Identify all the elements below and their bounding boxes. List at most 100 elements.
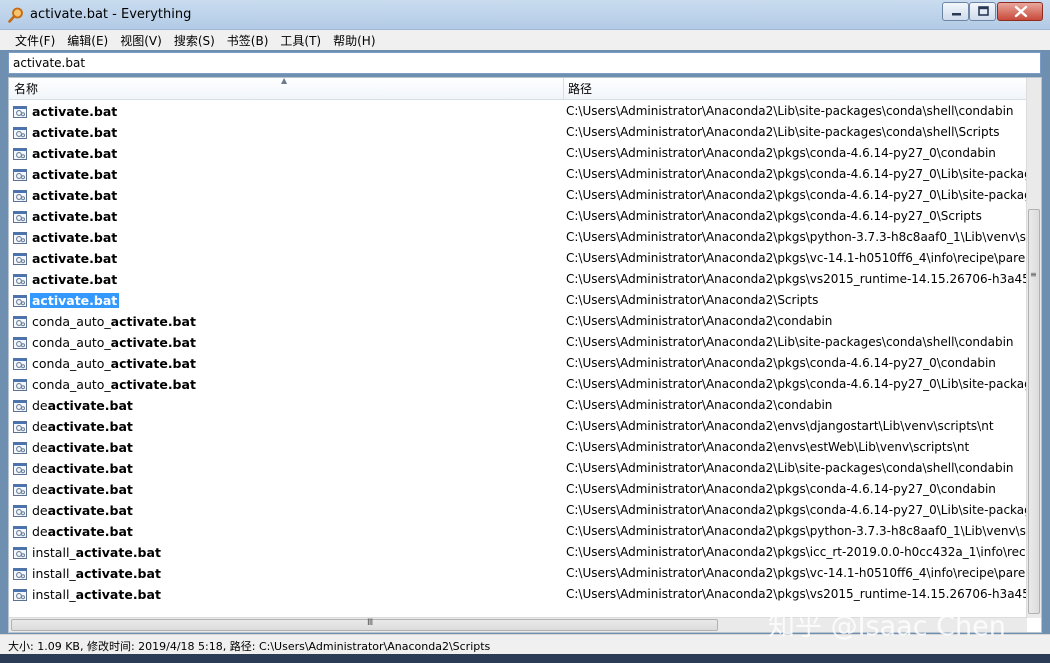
file-path-cell[interactable]: C:\Users\Administrator\Anaconda2\envs\es… [566,439,1027,456]
file-path-cell[interactable]: C:\Users\Administrator\Anaconda2\Lib\sit… [566,103,1027,120]
file-path-cell[interactable]: C:\Users\Administrator\Anaconda2\pkgs\co… [566,502,1027,519]
menu-bar: 文件(F) 编辑(E) 视图(V) 搜索(S) 书签(B) 工具(T) 帮助(H… [0,30,1050,50]
file-path-cell[interactable]: C:\Users\Administrator\Anaconda2\pkgs\ic… [566,544,1027,561]
file-path-cell[interactable]: C:\Users\Administrator\Anaconda2\pkgs\co… [566,187,1027,204]
table-row[interactable]: install_activate.bat C:\Users\Administrat… [9,584,1027,605]
file-name-cell[interactable]: conda_auto_activate.bat [12,376,198,393]
file-name: deactivate.bat [30,524,135,539]
table-row[interactable]: deactivate.bat C:\Users\Administrator\Ana… [9,521,1027,542]
table-row[interactable]: deactivate.bat C:\Users\Administrator\Ana… [9,416,1027,437]
menu-tools[interactable]: 工具(T) [274,30,327,50]
file-path-cell[interactable]: C:\Users\Administrator\Anaconda2\envs\dj… [566,418,1027,435]
file-name-cell[interactable]: conda_auto_activate.bat [12,313,198,330]
file-name-cell[interactable]: activate.bat [12,103,119,120]
file-name-cell[interactable]: deactivate.bat [12,481,135,498]
table-row[interactable]: conda_auto_activate.bat C:\Users\Administ… [9,353,1027,374]
table-row[interactable]: conda_auto_activate.bat C:\Users\Administ… [9,332,1027,353]
table-row[interactable]: deactivate.bat C:\Users\Administrator\Ana… [9,500,1027,521]
file-name: deactivate.bat [30,419,135,434]
file-path-cell[interactable]: C:\Users\Administrator\Anaconda2\pkgs\vs… [566,271,1027,288]
minimize-button[interactable] [942,2,969,21]
file-name-match: activate.bat [32,167,118,182]
file-name-match: activate.bat [110,335,196,350]
file-name-cell[interactable]: activate.bat [12,187,119,204]
menu-edit[interactable]: 编辑(E) [61,30,114,50]
column-header-path[interactable]: 路径 [563,78,1027,100]
file-name-cell[interactable]: activate.bat [12,124,119,141]
file-name-cell[interactable]: activate.bat [12,229,119,246]
vertical-scrollbar[interactable]: ≡ [1026,78,1041,618]
file-name-cell[interactable]: conda_auto_activate.bat [12,334,198,351]
file-name: conda_auto_activate.bat [30,377,198,392]
menu-search[interactable]: 搜索(S) [168,30,221,50]
file-path-cell[interactable]: C:\Users\Administrator\Anaconda2\pkgs\co… [566,166,1027,183]
file-name-cell[interactable]: activate.bat [12,250,119,267]
batch-file-icon [13,126,27,139]
file-name-cell[interactable]: activate.bat [12,166,119,183]
file-path-cell[interactable]: C:\Users\Administrator\Anaconda2\pkgs\vs… [566,586,1027,603]
table-row[interactable]: deactivate.bat C:\Users\Administrator\Ana… [9,458,1027,479]
file-path-cell[interactable]: C:\Users\Administrator\Anaconda2\pkgs\py… [566,229,1027,246]
file-name: activate.bat [30,167,119,182]
table-row[interactable]: activate.bat C:\Users\Administrator\Anaco… [9,185,1027,206]
menu-view[interactable]: 视图(V) [114,30,168,50]
file-path-cell[interactable]: C:\Users\Administrator\Anaconda2\condabi… [566,397,1027,414]
table-row[interactable]: install_activate.bat C:\Users\Administrat… [9,563,1027,584]
table-row[interactable]: conda_auto_activate.bat C:\Users\Administ… [9,374,1027,395]
file-path-cell[interactable]: C:\Users\Administrator\Anaconda2\pkgs\py… [566,523,1027,540]
file-path-cell[interactable]: C:\Users\Administrator\Anaconda2\condabi… [566,313,1027,330]
file-name-cell[interactable]: install_activate.bat [12,565,163,582]
file-name-prefix: de [32,503,48,518]
file-path-cell[interactable]: C:\Users\Administrator\Anaconda2\Lib\sit… [566,334,1027,351]
menu-file[interactable]: 文件(F) [9,30,61,50]
table-row[interactable]: activate.bat C:\Users\Administrator\Anaco… [9,143,1027,164]
batch-file-icon [13,315,27,328]
file-name-cell[interactable]: deactivate.bat [12,523,135,540]
table-row[interactable]: activate.bat C:\Users\Administrator\Anaco… [9,290,1027,311]
title-bar[interactable]: activate.bat - Everything [0,0,1050,30]
table-row[interactable]: activate.bat C:\Users\Administrator\Anaco… [9,269,1027,290]
table-row[interactable]: activate.bat C:\Users\Administrator\Anaco… [9,164,1027,185]
menu-bookmarks[interactable]: 书签(B) [221,30,275,50]
file-path-cell[interactable]: C:\Users\Administrator\Anaconda2\Lib\sit… [566,124,1027,141]
table-row[interactable]: deactivate.bat C:\Users\Administrator\Ana… [9,479,1027,500]
file-path-cell[interactable]: C:\Users\Administrator\Anaconda2\pkgs\vc… [566,250,1027,267]
table-row[interactable]: deactivate.bat C:\Users\Administrator\Ana… [9,437,1027,458]
file-name-cell[interactable]: deactivate.bat [12,502,135,519]
file-name-cell[interactable]: deactivate.bat [12,460,135,477]
table-row[interactable]: activate.bat C:\Users\Administrator\Anaco… [9,206,1027,227]
file-name-cell[interactable]: install_activate.bat [12,586,163,603]
file-name-cell[interactable]: activate.bat [12,208,119,225]
file-name-cell[interactable]: activate.bat [12,145,119,162]
file-name-cell[interactable]: deactivate.bat [12,439,135,456]
maximize-button[interactable] [969,2,996,21]
file-name-cell[interactable]: deactivate.bat [12,418,135,435]
table-row[interactable]: activate.bat C:\Users\Administrator\Anaco… [9,248,1027,269]
file-name-cell[interactable]: deactivate.bat [12,397,135,414]
scroll-grip-icon: Ⅲ [367,618,374,628]
search-input[interactable] [8,52,1041,74]
table-row[interactable]: install_activate.bat C:\Users\Administrat… [9,542,1027,563]
file-path-cell[interactable]: C:\Users\Administrator\Anaconda2\pkgs\vc… [566,565,1027,582]
file-name-cell[interactable]: activate.bat [12,292,120,309]
file-path-cell[interactable]: C:\Users\Administrator\Anaconda2\Lib\sit… [566,460,1027,477]
table-row[interactable]: activate.bat C:\Users\Administrator\Anaco… [9,122,1027,143]
file-path-cell[interactable]: C:\Users\Administrator\Anaconda2\pkgs\co… [566,355,1027,372]
close-button[interactable] [997,2,1043,21]
file-name-cell[interactable]: install_activate.bat [12,544,163,561]
horizontal-scroll-thumb[interactable] [11,619,718,631]
file-path-cell[interactable]: C:\Users\Administrator\Anaconda2\pkgs\co… [566,208,1027,225]
file-name-cell[interactable]: conda_auto_activate.bat [12,355,198,372]
table-row[interactable]: conda_auto_activate.bat C:\Users\Administ… [9,311,1027,332]
file-name-cell[interactable]: activate.bat [12,271,119,288]
menu-help[interactable]: 帮助(H) [327,30,381,50]
table-row[interactable]: deactivate.bat C:\Users\Administrator\Ana… [9,395,1027,416]
file-path-cell[interactable]: C:\Users\Administrator\Anaconda2\pkgs\co… [566,376,1027,393]
window-title: activate.bat - Everything [30,7,192,22]
table-row[interactable]: activate.bat C:\Users\Administrator\Anaco… [9,101,1027,122]
table-row[interactable]: activate.bat C:\Users\Administrator\Anaco… [9,227,1027,248]
batch-file-icon [13,420,27,433]
file-path-cell[interactable]: C:\Users\Administrator\Anaconda2\pkgs\co… [566,145,1027,162]
file-path-cell[interactable]: C:\Users\Administrator\Anaconda2\pkgs\co… [566,481,1027,498]
file-path-cell[interactable]: C:\Users\Administrator\Anaconda2\Scripts [566,292,1027,309]
